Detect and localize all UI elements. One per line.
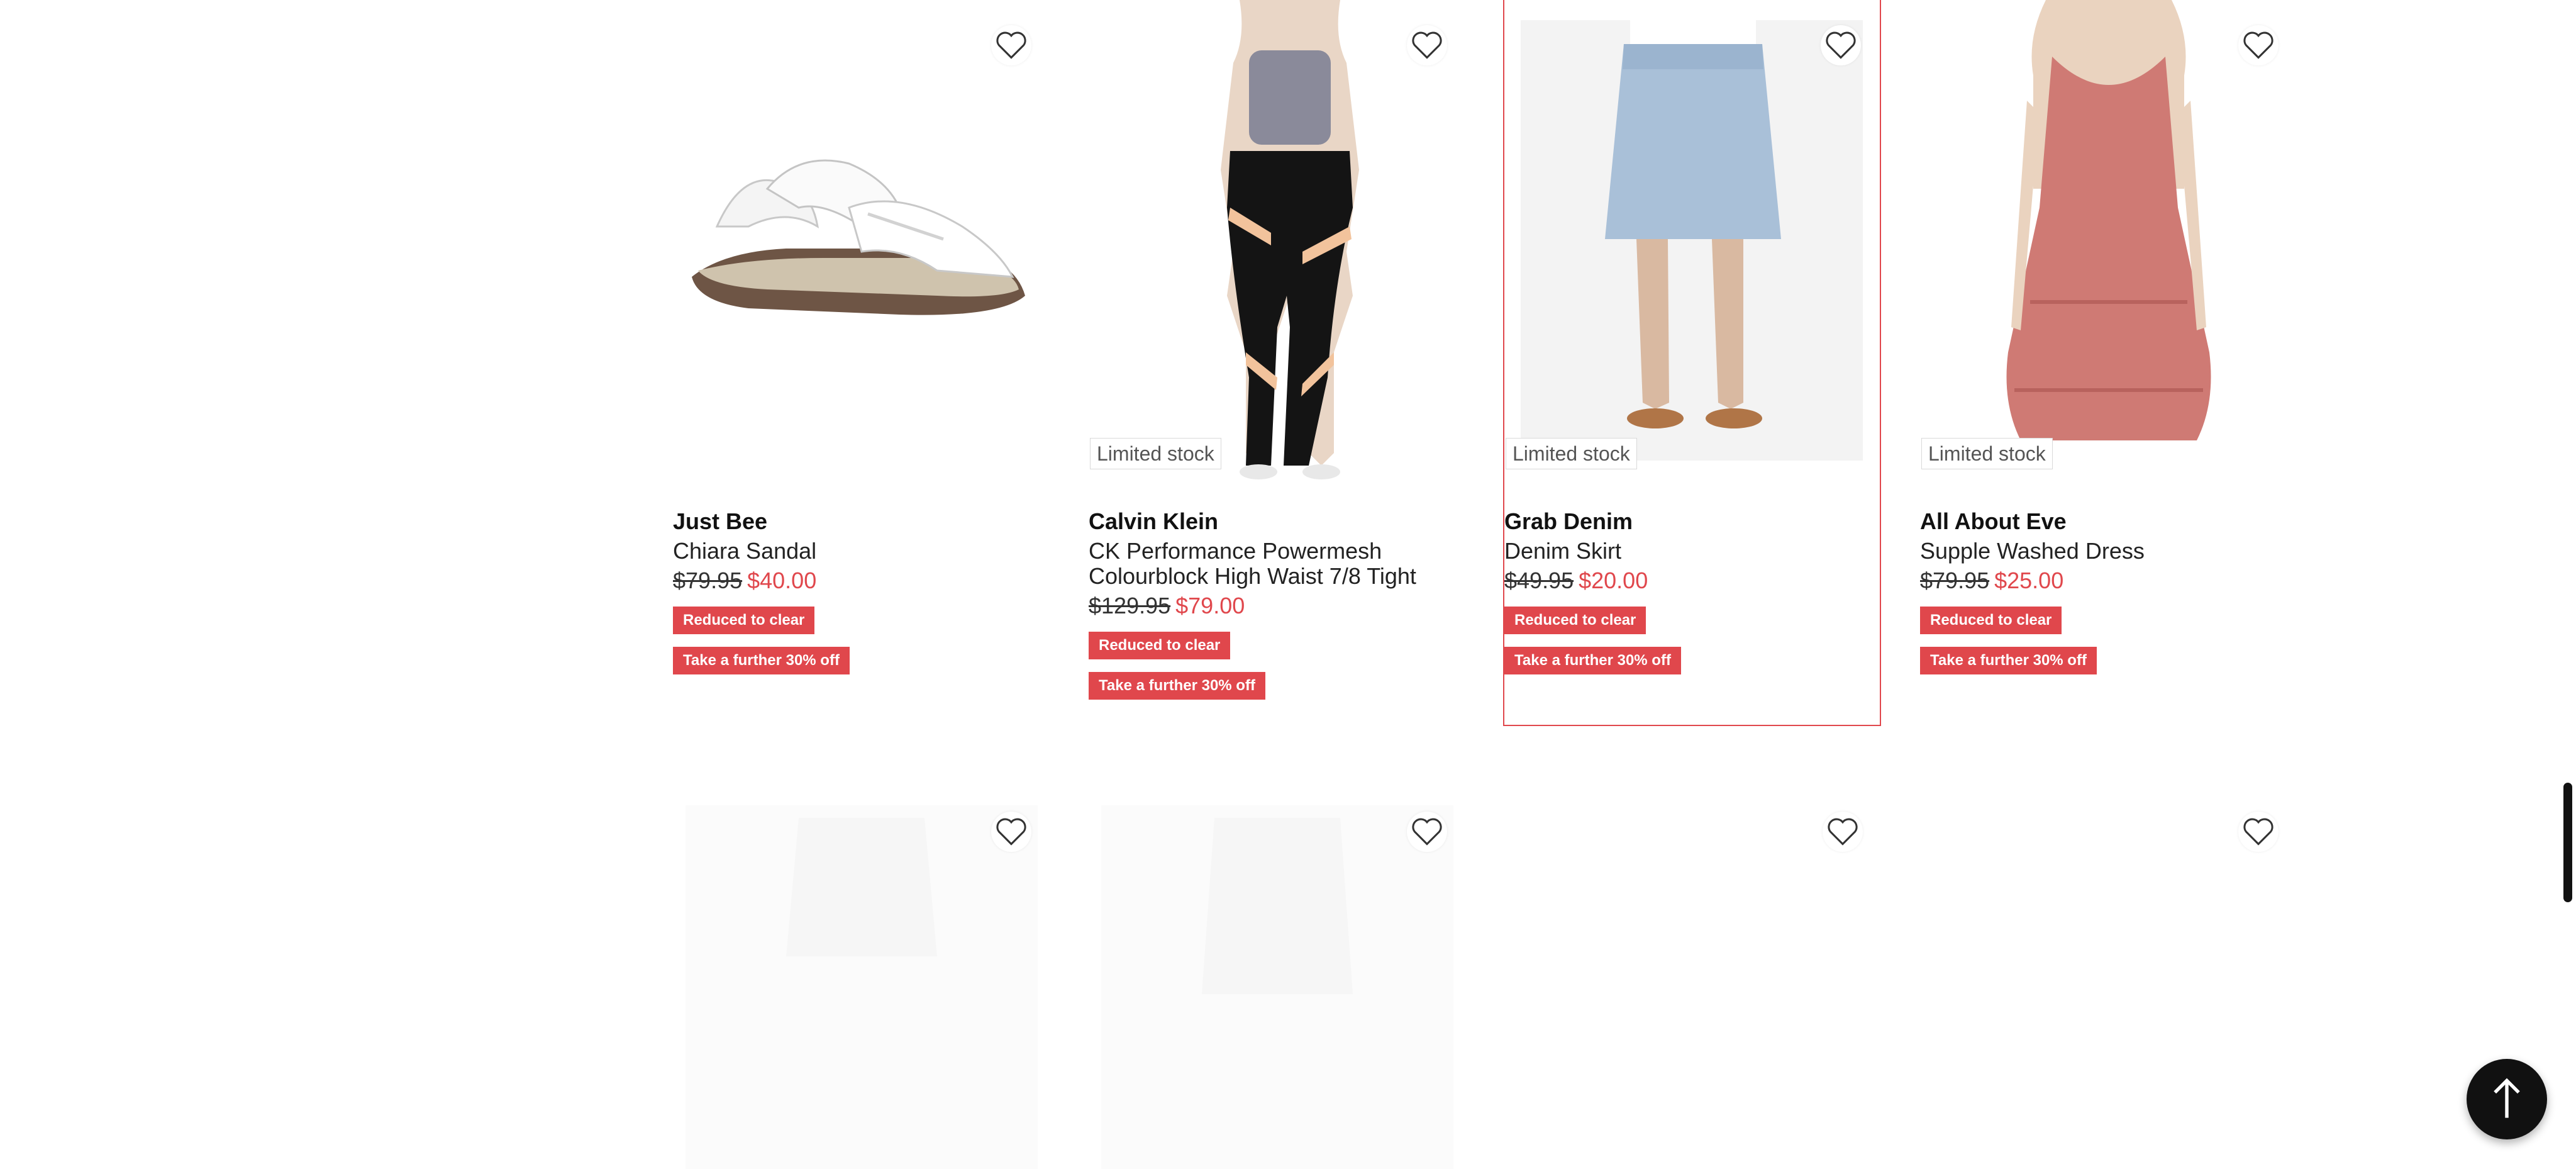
reduced-to-clear-badge: Reduced to clear: [1089, 632, 1231, 659]
page-scrollbar[interactable]: [2560, 0, 2576, 1169]
scrollbar-thumb[interactable]: [2563, 783, 2572, 902]
further-30-off-badge: Take a further 30% off: [1920, 647, 2097, 674]
heart-icon: [1412, 31, 1442, 59]
limited-stock-badge: Limited stock: [1506, 438, 1637, 469]
further-30-off-badge: Take a further 30% off: [1089, 672, 1265, 700]
arrow-up-icon: [2494, 1078, 2520, 1118]
product-info: Calvin Klein CK Performance Powermesh Co…: [1089, 507, 1466, 700]
product-name[interactable]: CK Performance Powermesh Colourblock Hig…: [1089, 539, 1466, 589]
further-30-off-badge: Take a further 30% off: [1504, 647, 1681, 674]
product-info: Just Bee Chiara Sandal $79.95 $40.00 Redu…: [673, 507, 1050, 674]
product-image-loading[interactable]: [1504, 805, 1882, 1169]
product-image-tights[interactable]: [1089, 0, 1466, 481]
was-price: $129.95: [1089, 593, 1171, 618]
wishlist-heart-button[interactable]: [991, 25, 1031, 65]
product-card-calvin-klein[interactable]: Limited stock Calvin Klein CK Performanc…: [1089, 0, 1466, 725]
limited-stock-badge: Limited stock: [1921, 438, 2053, 469]
now-price: $25.00: [1994, 568, 2064, 593]
product-brand[interactable]: Calvin Klein: [1089, 507, 1466, 536]
wishlist-heart-button[interactable]: [1407, 25, 1447, 65]
limited-stock-badge: Limited stock: [1090, 438, 1221, 469]
heart-icon: [1828, 818, 1858, 846]
product-price: $79.95 $25.00: [1920, 565, 2297, 596]
was-price: $79.95: [1920, 568, 1990, 593]
product-image-sandal[interactable]: [673, 0, 1050, 481]
product-image-loading[interactable]: [1920, 805, 2297, 1169]
product-card-loading[interactable]: [1089, 786, 1466, 1169]
wishlist-heart-button[interactable]: [2238, 25, 2279, 65]
product-brand[interactable]: Grab Denim: [1504, 507, 1882, 536]
wishlist-heart-button[interactable]: [1407, 812, 1447, 852]
product-price: $79.95 $40.00: [673, 565, 1050, 596]
product-name[interactable]: Denim Skirt: [1504, 539, 1882, 564]
product-card-grab-denim[interactable]: Limited stock Grab Denim Denim Skirt $49…: [1503, 0, 1882, 726]
was-price: $49.95: [1504, 568, 1574, 593]
product-card-loading[interactable]: [673, 786, 1050, 1169]
product-brand[interactable]: Just Bee: [673, 507, 1050, 536]
product-price: $49.95 $20.00: [1504, 565, 1882, 596]
reduced-to-clear-badge: Reduced to clear: [1920, 607, 2062, 634]
heart-icon: [996, 818, 1026, 846]
now-price: $20.00: [1579, 568, 1648, 593]
further-30-off-badge: Take a further 30% off: [673, 647, 850, 674]
product-info: All About Eve Supple Washed Dress $79.95…: [1920, 507, 2297, 674]
wishlist-heart-button[interactable]: [1823, 812, 1863, 852]
back-to-top-button[interactable]: [2467, 1059, 2547, 1139]
reduced-to-clear-badge: Reduced to clear: [673, 607, 815, 634]
promo-tags: Reduced to clear Take a further 30% off: [673, 607, 1050, 674]
promo-tags: Reduced to clear Take a further 30% off: [1089, 632, 1466, 700]
was-price: $79.95: [673, 568, 743, 593]
product-image-loading[interactable]: [1089, 805, 1466, 1169]
product-name[interactable]: Chiara Sandal: [673, 539, 1050, 564]
product-card-loading[interactable]: [1920, 786, 2297, 1169]
heart-icon: [2243, 818, 2273, 846]
wishlist-heart-button[interactable]: [2238, 812, 2279, 852]
product-info: Grab Denim Denim Skirt $49.95 $20.00 Redu…: [1504, 507, 1882, 674]
promo-tags: Reduced to clear Take a further 30% off: [1920, 607, 2297, 674]
product-price: $129.95 $79.00: [1089, 590, 1466, 622]
heart-icon: [2243, 31, 2273, 59]
now-price: $79.00: [1175, 593, 1245, 618]
reduced-to-clear-badge: Reduced to clear: [1504, 607, 1646, 634]
product-card-loading[interactable]: [1504, 786, 1882, 1169]
heart-icon: [1412, 818, 1442, 846]
heart-icon: [996, 31, 1026, 59]
now-price: $40.00: [747, 568, 817, 593]
wishlist-heart-button[interactable]: [991, 812, 1031, 852]
product-brand[interactable]: All About Eve: [1920, 507, 2297, 536]
product-image-pink-dress[interactable]: [1920, 0, 2297, 481]
heart-icon: [1826, 31, 1856, 59]
product-card-all-about-eve[interactable]: Limited stock All About Eve Supple Washe…: [1920, 0, 2297, 725]
product-name[interactable]: Supple Washed Dress: [1920, 539, 2297, 564]
product-image-loading[interactable]: [673, 805, 1050, 1169]
product-grid: Just Bee Chiara Sandal $79.95 $40.00 Redu…: [0, 0, 2576, 1169]
product-card-just-bee[interactable]: Just Bee Chiara Sandal $79.95 $40.00 Redu…: [673, 0, 1050, 725]
wishlist-heart-button[interactable]: [1821, 25, 1861, 65]
product-image-denim-skirt[interactable]: [1504, 0, 1882, 481]
promo-tags: Reduced to clear Take a further 30% off: [1504, 607, 1882, 674]
